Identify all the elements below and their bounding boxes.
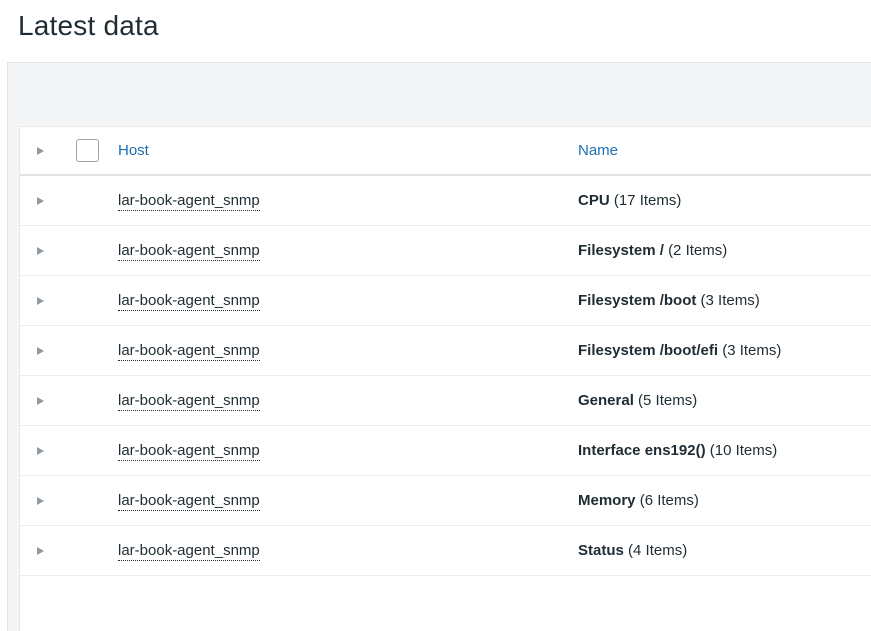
application-item-count: (6 Items) — [639, 491, 699, 509]
application-name: Status — [578, 541, 624, 559]
application-item-count: (2 Items) — [668, 241, 728, 259]
host-menu-link[interactable]: lar-book-agent_snmp — [118, 191, 260, 211]
triangle-right-icon — [37, 496, 44, 505]
row-checkbox-cell — [76, 275, 118, 325]
application-item-count: (17 Items) — [613, 191, 682, 209]
table-row: lar-book-agent_snmp Memory (6 Items) — [20, 475, 871, 525]
application-cell: General (5 Items) — [578, 375, 871, 425]
application-item-count: (10 Items) — [709, 441, 778, 459]
application-name: Filesystem /boot — [578, 291, 697, 309]
host-cell: lar-book-agent_snmp — [118, 175, 578, 225]
page-title: Latest data — [18, 10, 159, 41]
host-menu-link[interactable]: lar-book-agent_snmp — [118, 391, 260, 411]
application-cell: CPU (17 Items) — [578, 175, 871, 225]
row-expand-toggle[interactable] — [20, 175, 76, 225]
name-sort-link[interactable]: Name — [578, 142, 618, 159]
application-item-count: (4 Items) — [628, 541, 688, 559]
host-cell: lar-book-agent_snmp — [118, 425, 578, 475]
application-name: General — [578, 391, 634, 409]
host-cell: lar-book-agent_snmp — [118, 225, 578, 275]
row-expand-toggle[interactable] — [20, 275, 76, 325]
host-cell: lar-book-agent_snmp — [118, 325, 578, 375]
application-name: Memory — [578, 491, 636, 509]
row-expand-toggle[interactable] — [20, 425, 76, 475]
select-all-checkbox[interactable] — [76, 139, 99, 162]
application-cell: Filesystem /boot (3 Items) — [578, 275, 871, 325]
host-cell: lar-book-agent_snmp — [118, 525, 578, 575]
host-menu-link[interactable]: lar-book-agent_snmp — [118, 291, 260, 311]
table-row: lar-book-agent_snmp Interface ens192() (1… — [20, 425, 871, 475]
row-checkbox-cell — [76, 525, 118, 575]
host-cell: lar-book-agent_snmp — [118, 375, 578, 425]
triangle-right-icon — [37, 147, 44, 155]
row-checkbox-cell — [76, 475, 118, 525]
application-item-count: (3 Items) — [722, 341, 782, 359]
application-item-count: (3 Items) — [700, 291, 760, 309]
triangle-right-icon — [37, 446, 44, 455]
host-menu-link[interactable]: lar-book-agent_snmp — [118, 241, 260, 261]
row-checkbox-cell — [76, 325, 118, 375]
row-expand-toggle[interactable] — [20, 375, 76, 425]
expand-all-toggle[interactable] — [20, 127, 76, 175]
triangle-right-icon — [37, 346, 44, 355]
table-row: lar-book-agent_snmp General (5 Items) — [20, 375, 871, 425]
application-item-count: (5 Items) — [638, 391, 698, 409]
row-expand-toggle[interactable] — [20, 225, 76, 275]
application-name: Filesystem /boot/efi — [578, 341, 719, 359]
triangle-right-icon — [37, 396, 44, 405]
table-row: lar-book-agent_snmp Status (4 Items) — [20, 525, 871, 575]
application-name: CPU — [578, 191, 610, 209]
name-column-header: Name — [578, 127, 871, 175]
triangle-right-icon — [37, 546, 44, 555]
table-row: lar-book-agent_snmp Filesystem /boot/efi … — [20, 325, 871, 375]
application-cell: Filesystem / (2 Items) — [578, 225, 871, 275]
host-sort-link[interactable]: Host — [118, 142, 149, 159]
row-expand-toggle[interactable] — [20, 525, 76, 575]
table-row: lar-book-agent_snmp Filesystem /boot (3 I… — [20, 275, 871, 325]
row-checkbox-cell — [76, 375, 118, 425]
host-menu-link[interactable]: lar-book-agent_snmp — [118, 441, 260, 461]
row-checkbox-cell — [76, 425, 118, 475]
application-cell: Interface ens192() (10 Items) — [578, 425, 871, 475]
application-cell: Filesystem /boot/efi (3 Items) — [578, 325, 871, 375]
table-row: lar-book-agent_snmp CPU (17 Items) — [20, 175, 871, 225]
row-checkbox-cell — [76, 225, 118, 275]
select-all-cell — [76, 127, 118, 175]
triangle-right-icon — [37, 246, 44, 255]
triangle-right-icon — [37, 196, 44, 205]
host-menu-link[interactable]: lar-book-agent_snmp — [118, 541, 260, 561]
row-checkbox-cell — [76, 175, 118, 225]
host-cell: lar-book-agent_snmp — [118, 475, 578, 525]
application-name: Filesystem / — [578, 241, 664, 259]
latest-data-table: Host Name lar-book-agent_snmp CPU (17 Ite… — [19, 126, 871, 631]
application-cell: Memory (6 Items) — [578, 475, 871, 525]
row-expand-toggle[interactable] — [20, 325, 76, 375]
host-menu-link[interactable]: lar-book-agent_snmp — [118, 341, 260, 361]
table-row: lar-book-agent_snmp Filesystem / (2 Items… — [20, 225, 871, 275]
application-name: Interface ens192() — [578, 441, 706, 459]
host-menu-link[interactable]: lar-book-agent_snmp — [118, 491, 260, 511]
triangle-right-icon — [37, 296, 44, 305]
host-column-header: Host — [118, 127, 578, 175]
application-cell: Status (4 Items) — [578, 525, 871, 575]
table-header-row: Host Name — [20, 127, 871, 175]
row-expand-toggle[interactable] — [20, 475, 76, 525]
host-cell: lar-book-agent_snmp — [118, 275, 578, 325]
